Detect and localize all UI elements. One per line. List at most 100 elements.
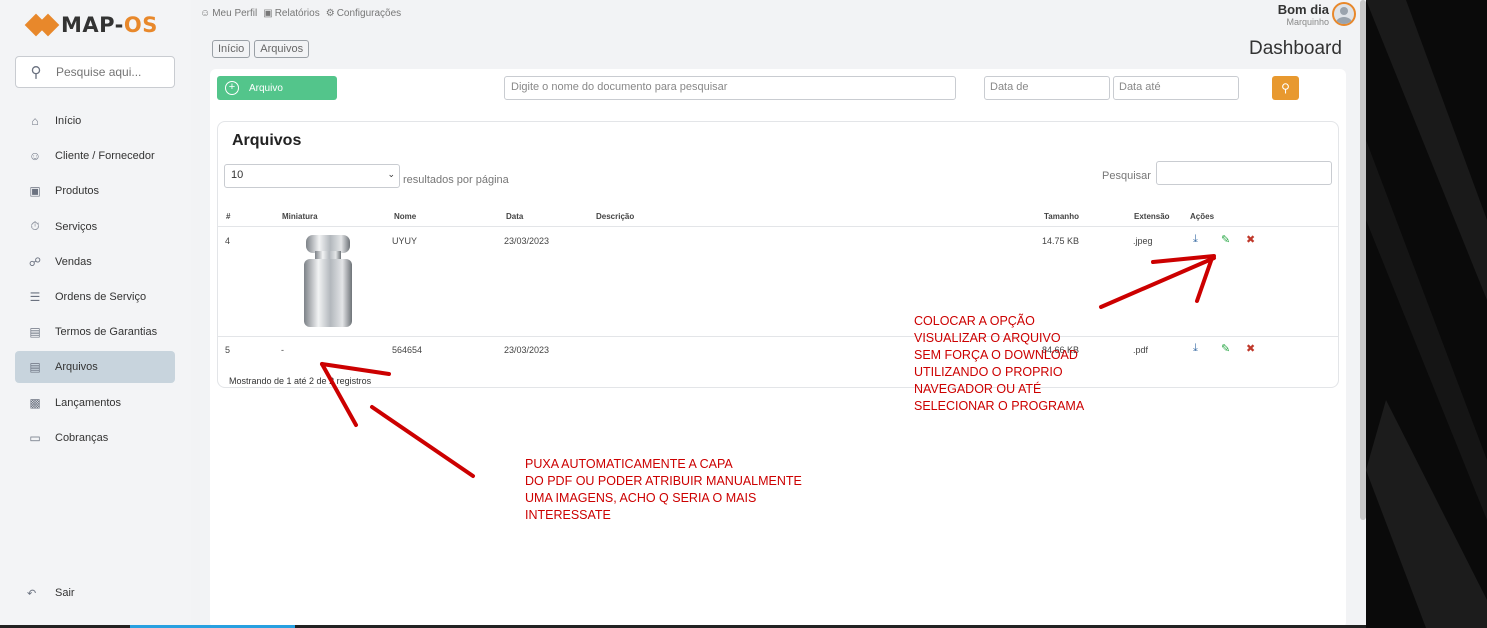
sidebar-item-label: Ordens de Serviço bbox=[55, 290, 147, 303]
page-title: Dashboard bbox=[1249, 38, 1342, 59]
logout-button[interactable]: ↶ Sair bbox=[15, 577, 175, 609]
logo[interactable]: MAP-OS bbox=[24, 10, 158, 40]
user-circle-icon: ☺ bbox=[200, 8, 211, 19]
profile-link-label: Meu Perfil bbox=[212, 8, 258, 19]
reports-link[interactable]: ▣ Relatórios bbox=[263, 8, 319, 19]
cell-date: 23/03/2023 bbox=[504, 345, 550, 355]
files-card-title: Arquivos bbox=[232, 132, 302, 149]
desktop-background bbox=[1366, 0, 1487, 628]
cell-size: 14.75 KB bbox=[1042, 236, 1080, 246]
profile-link[interactable]: ☺ Meu Perfil bbox=[200, 8, 257, 19]
table-search-input[interactable] bbox=[1156, 161, 1332, 185]
sidebar-item-label: Produtos bbox=[55, 185, 100, 198]
background-pattern-icon bbox=[1366, 0, 1487, 628]
per-page-label: resultados por página bbox=[403, 174, 509, 186]
edit-icon[interactable]: ✎ bbox=[1221, 233, 1230, 246]
avatar[interactable] bbox=[1332, 2, 1356, 26]
download-icon[interactable]: ⤓ bbox=[1193, 233, 1198, 246]
sidebar: MAP-OS ⚲ ⌂ Início ☺ Cliente / Fornecedor ▣… bbox=[0, 0, 191, 628]
sidebar-item-label: Vendas bbox=[55, 255, 92, 268]
search-button[interactable]: ⚲ bbox=[1272, 76, 1299, 100]
table-info: Mostrando de 1 até 2 de 2 registros bbox=[229, 376, 372, 386]
archive-icon: ▤ bbox=[29, 360, 41, 375]
sidebar-item-servicos[interactable]: ⏱ Serviços bbox=[15, 211, 175, 243]
breadcrumb-arquivos[interactable]: Arquivos bbox=[254, 40, 310, 58]
sidebar-item-lancamentos[interactable]: ▩ Lançamentos bbox=[15, 387, 175, 419]
plus-circle-icon: + bbox=[225, 81, 239, 95]
cell-ext: .jpeg bbox=[1133, 236, 1153, 246]
document-search-input[interactable]: Digite o nome do documento para pesquisa… bbox=[504, 76, 956, 100]
sidebar-item-inicio[interactable]: ⌂ Início bbox=[15, 105, 175, 137]
file-thumbnail-image[interactable] bbox=[302, 233, 354, 329]
date-to-input[interactable]: Data até bbox=[1113, 76, 1239, 100]
col-header-thumb[interactable]: Miniatura bbox=[282, 212, 318, 221]
edit-icon[interactable]: ✎ bbox=[1221, 342, 1230, 355]
table-divider bbox=[218, 226, 1338, 227]
cell-ext: .pdf bbox=[1133, 345, 1149, 355]
table-search-label: Pesquisar bbox=[1102, 170, 1151, 182]
per-page-select[interactable]: 10 ⌄ bbox=[224, 164, 400, 188]
sidebar-item-label: Cliente / Fornecedor bbox=[55, 150, 155, 163]
trash-icon[interactable]: ✖ bbox=[1246, 342, 1255, 355]
breadcrumb-inicio[interactable]: Início bbox=[212, 40, 251, 58]
cell-id: 4 bbox=[225, 236, 231, 246]
cell-thumb: - bbox=[281, 345, 284, 355]
cart-icon: ☍ bbox=[28, 254, 42, 269]
box-icon: ▣ bbox=[29, 184, 41, 199]
user-name: Marquinho bbox=[1286, 17, 1329, 27]
sidebar-item-label: Arquivos bbox=[55, 361, 98, 374]
settings-link[interactable]: ⚙ Configurações bbox=[326, 8, 401, 19]
logo-text: MAP-OS bbox=[61, 13, 158, 37]
chart-icon: ▩ bbox=[29, 395, 41, 410]
top-links: ☺ Meu Perfil ▣ Relatórios ⚙ Configurações bbox=[200, 8, 401, 19]
sidebar-search-input[interactable] bbox=[56, 65, 156, 79]
col-header-date[interactable]: Data bbox=[506, 212, 523, 221]
stopwatch-icon: ⏱ bbox=[30, 219, 40, 234]
row-divider bbox=[218, 336, 1338, 337]
gear-icon: ⚙ bbox=[325, 8, 335, 19]
chart-box-icon: ▣ bbox=[263, 8, 273, 19]
download-icon[interactable]: ⤓ bbox=[1193, 342, 1198, 355]
sidebar-nav: ⌂ Início ☺ Cliente / Fornecedor ▣ Produtos … bbox=[15, 105, 175, 457]
logout-label: Sair bbox=[55, 587, 75, 599]
sidebar-item-vendas[interactable]: ☍ Vendas bbox=[15, 246, 175, 278]
search-icon: ⚲ bbox=[1281, 81, 1290, 95]
sidebar-item-label: Lançamentos bbox=[55, 396, 122, 409]
settings-link-label: Configurações bbox=[336, 8, 402, 19]
per-page-value: 10 bbox=[231, 169, 244, 181]
trash-icon[interactable]: ✖ bbox=[1246, 233, 1255, 246]
sidebar-item-arquivos[interactable]: ▤ Arquivos bbox=[15, 351, 175, 384]
col-header-size[interactable]: Tamanho bbox=[1044, 212, 1079, 221]
annotation-text-thumbnail: PUXA AUTOMATICAMENTE A CAPA DO PDF OU PO… bbox=[525, 457, 802, 522]
list-icon: ☰ bbox=[29, 289, 41, 304]
annotation-text-actions: COLOCAR A OPÇÃO VISUALIZAR O ARQUIVO SEM… bbox=[914, 314, 1085, 413]
col-header-id[interactable]: # bbox=[226, 212, 230, 221]
add-file-button[interactable]: + Arquivo bbox=[217, 76, 337, 100]
sidebar-item-ordens[interactable]: ☰ Ordens de Serviço bbox=[15, 281, 175, 313]
sidebar-item-label: Início bbox=[55, 115, 82, 127]
card-icon: ▭ bbox=[29, 430, 41, 445]
col-header-description[interactable]: Descrição bbox=[596, 212, 634, 221]
sidebar-item-clientes[interactable]: ☺ Cliente / Fornecedor bbox=[15, 140, 175, 172]
sidebar-item-label: Cobranças bbox=[55, 431, 109, 444]
cell-id: 5 bbox=[225, 345, 231, 355]
sidebar-item-label: Termos de Garantias bbox=[55, 326, 158, 339]
col-header-name[interactable]: Nome bbox=[394, 212, 416, 221]
greeting: Bom dia Marquinho bbox=[1278, 2, 1329, 27]
document-icon: ▤ bbox=[29, 325, 41, 340]
col-header-actions: Ações bbox=[1190, 212, 1215, 221]
sidebar-item-produtos[interactable]: ▣ Produtos bbox=[15, 175, 175, 207]
chevron-down-icon: ⌄ bbox=[387, 169, 395, 179]
search-icon: ⚲ bbox=[30, 64, 42, 81]
sidebar-item-termos[interactable]: ▤ Termos de Garantias bbox=[15, 316, 175, 348]
reports-link-label: Relatórios bbox=[274, 8, 320, 19]
date-from-input[interactable]: Data de bbox=[984, 76, 1110, 100]
col-header-ext[interactable]: Extensão bbox=[1134, 212, 1170, 221]
sidebar-item-label: Serviços bbox=[55, 220, 98, 233]
home-icon: ⌂ bbox=[31, 114, 39, 128]
users-icon: ☺ bbox=[28, 149, 42, 164]
cell-name: UYUY bbox=[392, 236, 418, 246]
sidebar-item-cobrancas[interactable]: ▭ Cobranças bbox=[15, 422, 175, 454]
greeting-text: Bom dia bbox=[1277, 2, 1329, 17]
sidebar-search[interactable]: ⚲ bbox=[15, 56, 175, 88]
